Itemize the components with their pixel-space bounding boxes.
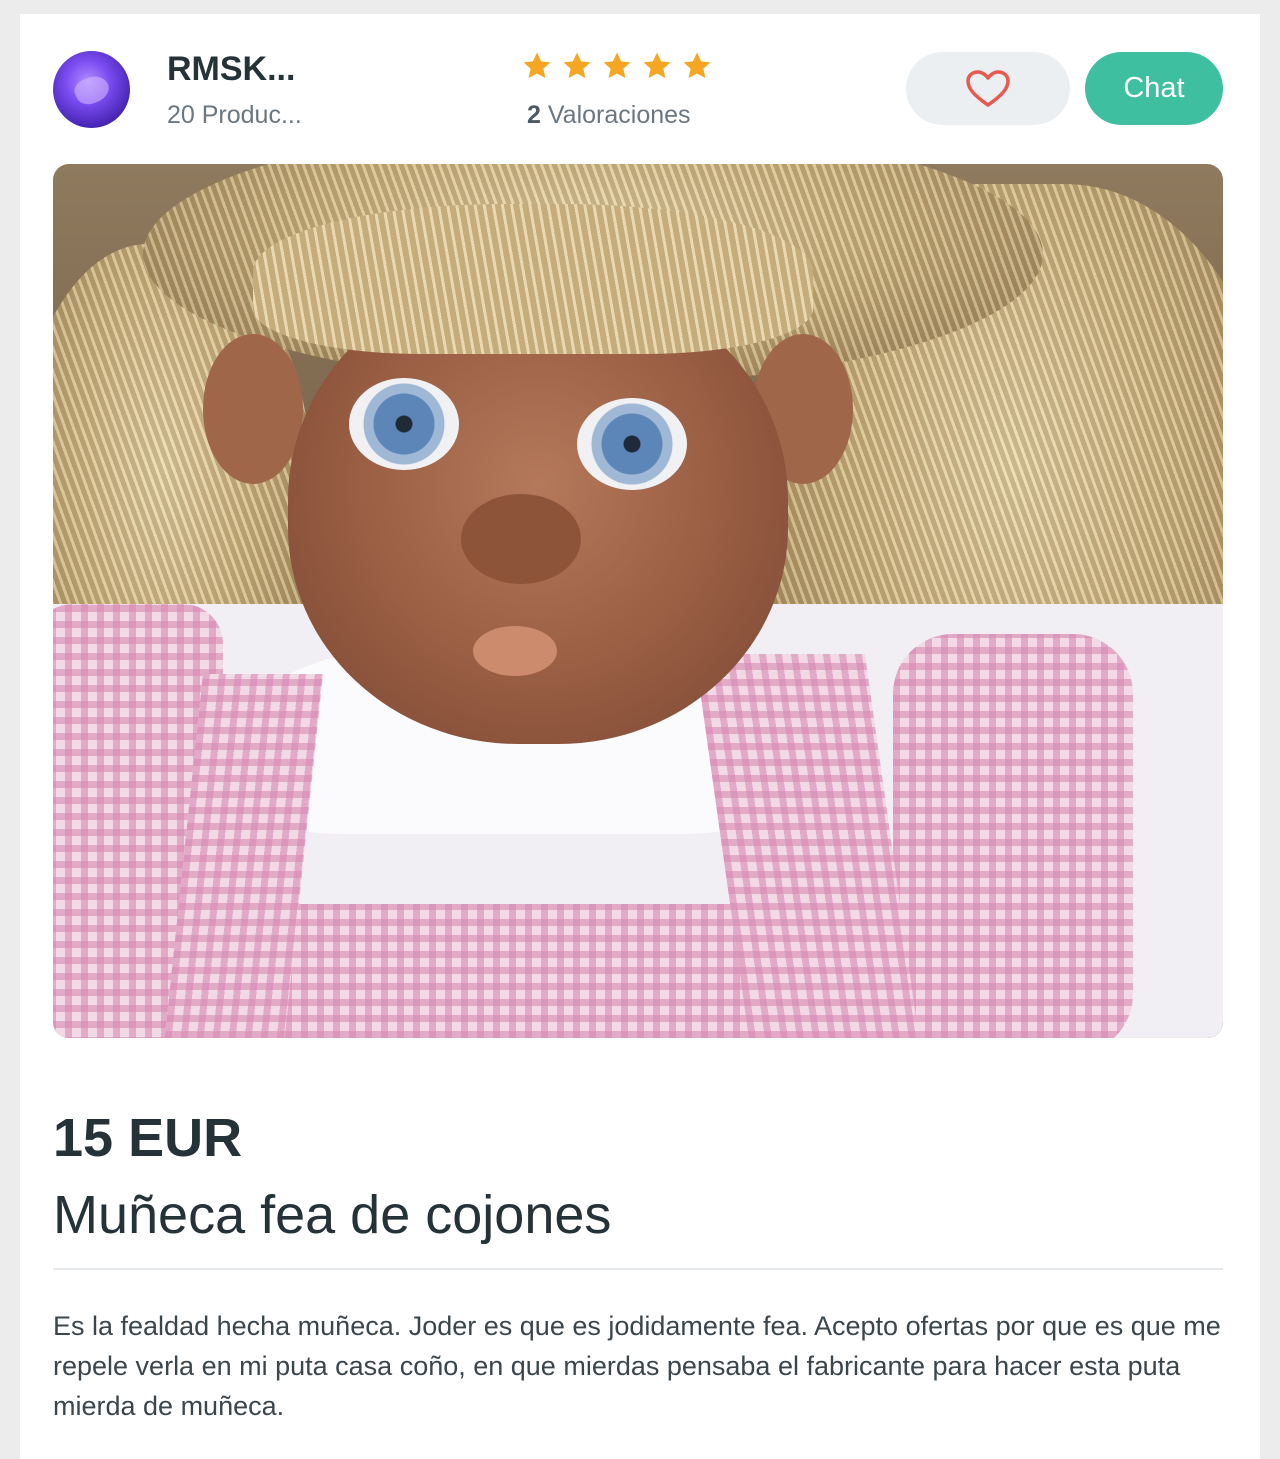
seller-header: RMSK... 20 Produc... 2 Valoraciones Chat — [20, 14, 1260, 154]
avatar[interactable] — [53, 51, 130, 128]
chat-button[interactable]: Chat — [1085, 52, 1223, 125]
star-icon — [560, 49, 594, 83]
product-photo[interactable] — [53, 164, 1223, 1038]
divider — [53, 1268, 1223, 1270]
seller-name[interactable]: RMSK... — [167, 50, 295, 89]
seller-product-count: 20 Produc... — [167, 101, 302, 129]
star-icon — [520, 49, 554, 83]
favorite-button[interactable] — [906, 52, 1070, 125]
star-icon — [680, 49, 714, 83]
star-icon — [640, 49, 674, 83]
star-icon — [600, 49, 634, 83]
item-title: Muñeca fea de cojones — [53, 1185, 612, 1245]
ratings-count: 2 — [527, 101, 541, 129]
item-price: 15 EUR — [53, 1108, 243, 1168]
heart-icon — [965, 69, 1011, 109]
product-card: RMSK... 20 Produc... 2 Valoraciones Chat — [20, 14, 1260, 1459]
ratings-summary[interactable]: 2 Valoraciones — [527, 101, 691, 130]
item-description: Es la fealdad hecha muñeca. Joder es que… — [53, 1311, 1221, 1421]
rating-stars — [520, 46, 720, 86]
ratings-label: Valoraciones — [547, 101, 691, 129]
